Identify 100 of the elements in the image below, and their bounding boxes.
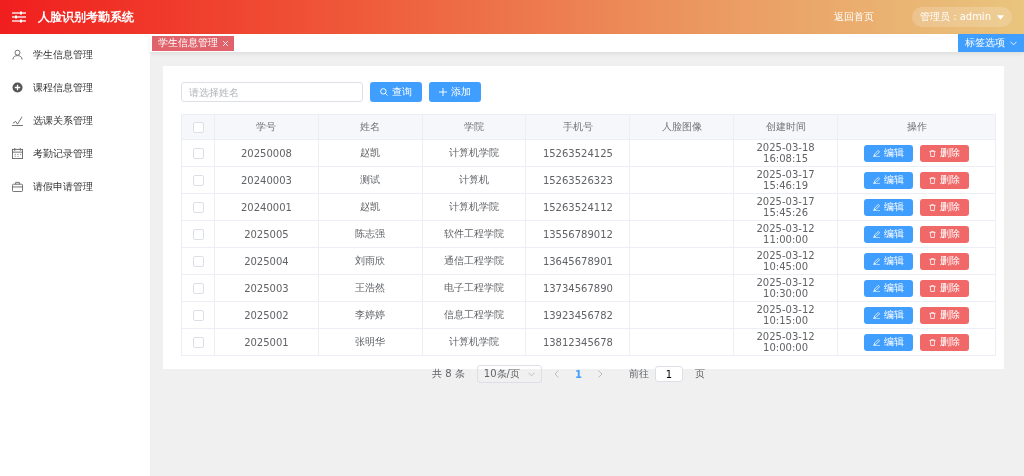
table-cell: 2025-03-18 16:08:15 — [756, 142, 815, 164]
table-cell: 2025-03-12 10:00:00 — [756, 331, 815, 353]
table-cell: 20240003 — [240, 174, 292, 186]
chevron-left-icon[interactable] — [553, 370, 559, 378]
table-cell: 2025-03-12 10:15:00 — [756, 304, 815, 326]
delete-button[interactable]: 删除 — [920, 306, 970, 324]
table-cell: 陈志强 — [355, 228, 386, 239]
checkbox[interactable] — [192, 174, 204, 186]
edit-button[interactable]: 编辑 — [863, 306, 913, 324]
table-cell: 2025-03-12 10:30:00 — [756, 277, 815, 299]
pencil-icon — [872, 203, 880, 211]
checkbox[interactable] — [192, 255, 204, 267]
plus-circle-icon — [12, 82, 23, 93]
sidebar-label: 学生信息管理 — [33, 47, 93, 62]
chevron-right-icon[interactable] — [597, 370, 603, 378]
table-cell: 软件工程学院 — [444, 228, 505, 239]
sidebar-item[interactable]: 学生信息管理 — [0, 38, 150, 71]
delete-button[interactable]: 删除 — [920, 252, 970, 270]
table-cell: 15263526323 — [542, 174, 613, 186]
trash-icon — [929, 284, 937, 292]
trash-icon — [929, 203, 937, 211]
pencil-icon — [872, 338, 880, 346]
table-cell: 2025-03-12 11:00:00 — [756, 223, 815, 245]
search-field[interactable]: 请选择姓名 — [181, 82, 363, 102]
edit-button[interactable]: 编辑 — [863, 225, 913, 243]
checkbox[interactable] — [192, 282, 204, 294]
search-icon — [380, 88, 388, 96]
app-title: 人脸识别考勤系统 — [38, 8, 134, 26]
user-menu[interactable]: 管理员：admin — [911, 7, 1012, 27]
page-number[interactable]: 1 — [570, 368, 586, 380]
delete-button[interactable]: 删除 — [920, 279, 970, 297]
delete-button[interactable]: 删除 — [920, 144, 970, 162]
table-cell: 15263524112 — [542, 201, 613, 213]
checkbox[interactable] — [192, 201, 204, 213]
trash-icon — [929, 176, 937, 184]
sidebar-item[interactable]: 请假申请管理 — [0, 170, 150, 203]
table-cell: 2025-03-17 15:45:26 — [756, 196, 815, 218]
sidebar-item[interactable]: 选课关系管理 — [0, 104, 150, 137]
page-input[interactable]: 1 — [654, 366, 683, 382]
edit-button[interactable]: 编辑 — [863, 252, 913, 270]
table-cell: 计算机学院 — [449, 336, 500, 347]
checkbox[interactable] — [192, 121, 204, 133]
table-cell: 电子工程学院 — [444, 282, 505, 293]
close-icon[interactable] — [223, 40, 228, 46]
edit-button[interactable]: 编辑 — [863, 279, 913, 297]
sidebar-label: 请假申请管理 — [33, 179, 93, 194]
page-suffix: 页 — [694, 367, 705, 381]
checkbox[interactable] — [192, 147, 204, 159]
delete-button[interactable]: 删除 — [920, 225, 970, 243]
trash-icon — [929, 338, 937, 346]
user-icon — [12, 49, 23, 60]
delete-button[interactable]: 删除 — [920, 198, 970, 216]
trash-icon — [929, 311, 937, 319]
edit-button[interactable]: 编辑 — [863, 333, 913, 351]
checkbox[interactable] — [192, 336, 204, 348]
table-cell: 计算机学院 — [449, 147, 500, 158]
table-cell: 王浩然 — [355, 282, 386, 293]
table-cell: 20250008 — [240, 147, 292, 159]
sidebar-item[interactable]: 课程信息管理 — [0, 71, 150, 104]
table-cell: 2025003 — [244, 282, 289, 294]
briefcase-icon — [12, 181, 23, 192]
search-button[interactable]: 查询 — [370, 82, 422, 102]
menu-icon[interactable] — [12, 11, 26, 23]
table-cell: 赵凯 — [360, 147, 381, 158]
sidebar-label: 考勤记录管理 — [33, 146, 93, 161]
pencil-icon — [872, 257, 880, 265]
sidebar-label: 选课关系管理 — [33, 113, 93, 128]
table-cell: 计算机 — [459, 174, 490, 185]
table-cell: 测试 — [360, 174, 381, 185]
add-button[interactable]: 添加 — [429, 82, 481, 102]
checkbox[interactable] — [192, 309, 204, 321]
table-cell: 计算机学院 — [449, 201, 500, 212]
column-header: 人脸图像 — [661, 121, 702, 132]
edit-button[interactable]: 编辑 — [863, 171, 913, 189]
page-size-select[interactable]: 10条/页 — [476, 365, 542, 383]
pencil-icon — [872, 176, 880, 184]
column-header: 学号 — [256, 121, 277, 132]
trash-icon — [929, 230, 937, 238]
table-cell: 15263524125 — [542, 147, 613, 159]
page-tab[interactable]: 学生信息管理 — [152, 35, 234, 51]
sidebar-item[interactable]: 考勤记录管理 — [0, 137, 150, 170]
delete-button[interactable]: 删除 — [920, 171, 970, 189]
chevron-down-icon — [1010, 40, 1017, 46]
pencil-icon — [872, 284, 880, 292]
table-cell: 2025005 — [244, 228, 289, 240]
edit-button[interactable]: 编辑 — [863, 144, 913, 162]
column-header: 创建时间 — [765, 121, 806, 132]
edit-button[interactable]: 编辑 — [863, 198, 913, 216]
table-cell: 李婷婷 — [355, 309, 386, 320]
column-header: 手机号 — [562, 121, 593, 132]
table-cell: 2025001 — [244, 336, 289, 348]
chevron-down-icon — [527, 371, 535, 377]
table-cell: 13645678901 — [542, 255, 613, 267]
delete-button[interactable]: 删除 — [920, 333, 970, 351]
pencil-icon — [872, 230, 880, 238]
home-link[interactable]: 返回首页 — [833, 10, 874, 24]
column-header: 操作 — [906, 121, 927, 132]
checkbox[interactable] — [192, 228, 204, 240]
tab-options-button[interactable]: 标签选项 — [958, 34, 1024, 52]
table-cell: 赵凯 — [360, 201, 381, 212]
